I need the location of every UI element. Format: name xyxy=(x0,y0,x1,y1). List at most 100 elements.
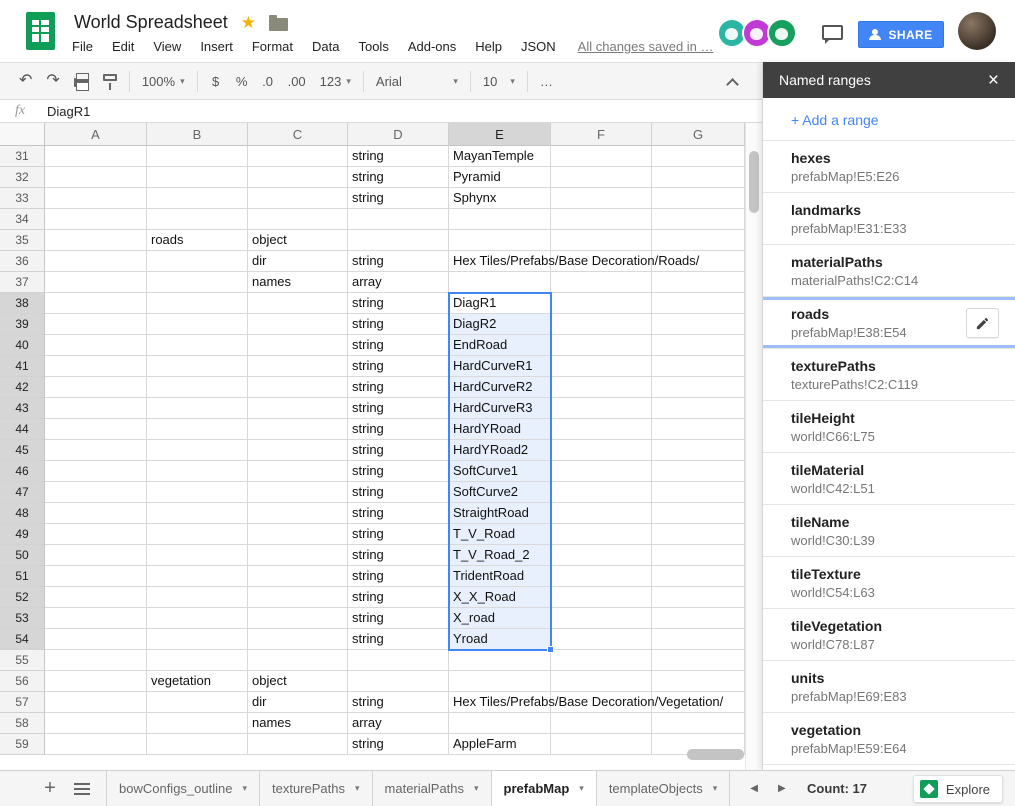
row-header-54[interactable]: 54 xyxy=(0,629,45,650)
collaborator-avatar-3[interactable] xyxy=(767,18,797,48)
cell-C42[interactable] xyxy=(248,377,348,398)
menu-file[interactable]: File xyxy=(72,39,93,54)
cell-G37[interactable] xyxy=(652,272,745,293)
row-header-57[interactable]: 57 xyxy=(0,692,45,713)
cell-C58[interactable]: names xyxy=(248,713,348,734)
row-header-35[interactable]: 35 xyxy=(0,230,45,251)
row-header-41[interactable]: 41 xyxy=(0,356,45,377)
zoom-select[interactable]: 100% ▾ xyxy=(135,68,192,94)
cell-G53[interactable] xyxy=(652,608,745,629)
cell-C46[interactable] xyxy=(248,461,348,482)
decrease-decimal-button[interactable]: .0 xyxy=(255,68,281,94)
cell-E47[interactable]: SoftCurve2 xyxy=(449,482,551,503)
cell-C45[interactable] xyxy=(248,440,348,461)
cell-A52[interactable] xyxy=(45,587,147,608)
cell-E42[interactable]: HardCurveR2 xyxy=(449,377,551,398)
cell-G44[interactable] xyxy=(652,419,745,440)
cell-D32[interactable]: string xyxy=(348,167,449,188)
cell-F40[interactable] xyxy=(551,335,652,356)
sheet-tab-texturePaths[interactable]: texturePaths▾ xyxy=(260,771,373,806)
cell-A49[interactable] xyxy=(45,524,147,545)
cell-D50[interactable]: string xyxy=(348,545,449,566)
cell-C59[interactable] xyxy=(248,734,348,755)
column-header-G[interactable]: G xyxy=(652,123,745,146)
cell-D38[interactable]: string xyxy=(348,293,449,314)
tab-dropdown-icon[interactable]: ▾ xyxy=(242,783,247,794)
format-currency-button[interactable]: $ xyxy=(203,68,229,94)
cell-A50[interactable] xyxy=(45,545,147,566)
menu-tools[interactable]: Tools xyxy=(358,39,388,54)
named-range-tileName[interactable]: tileNameworld!C30:L39 xyxy=(763,505,1015,557)
cell-A42[interactable] xyxy=(45,377,147,398)
menu-edit[interactable]: Edit xyxy=(112,39,134,54)
cell-D33[interactable]: string xyxy=(348,188,449,209)
cell-B58[interactable] xyxy=(147,713,248,734)
cell-F51[interactable] xyxy=(551,566,652,587)
cell-F44[interactable] xyxy=(551,419,652,440)
row-header-58[interactable]: 58 xyxy=(0,713,45,734)
cell-C52[interactable] xyxy=(248,587,348,608)
cell-A34[interactable] xyxy=(45,209,147,230)
cell-F31[interactable] xyxy=(551,146,652,167)
cell-D53[interactable]: string xyxy=(348,608,449,629)
cell-A38[interactable] xyxy=(45,293,147,314)
cell-C36[interactable]: dir xyxy=(248,251,348,272)
cell-F47[interactable] xyxy=(551,482,652,503)
all-sheets-icon[interactable] xyxy=(74,783,90,795)
cell-A47[interactable] xyxy=(45,482,147,503)
cell-F32[interactable] xyxy=(551,167,652,188)
cell-B39[interactable] xyxy=(147,314,248,335)
cell-G45[interactable] xyxy=(652,440,745,461)
cell-C54[interactable] xyxy=(248,629,348,650)
cell-G43[interactable] xyxy=(652,398,745,419)
cell-A32[interactable] xyxy=(45,167,147,188)
cell-D43[interactable]: string xyxy=(348,398,449,419)
cell-A58[interactable] xyxy=(45,713,147,734)
cell-G52[interactable] xyxy=(652,587,745,608)
cell-B38[interactable] xyxy=(147,293,248,314)
cell-D51[interactable]: string xyxy=(348,566,449,587)
row-header-43[interactable]: 43 xyxy=(0,398,45,419)
cell-F59[interactable] xyxy=(551,734,652,755)
cell-B59[interactable] xyxy=(147,734,248,755)
comment-icon[interactable] xyxy=(822,25,843,40)
named-range-tileVegetation[interactable]: tileVegetationworld!C78:L87 xyxy=(763,609,1015,661)
cell-D46[interactable]: string xyxy=(348,461,449,482)
menu-view[interactable]: View xyxy=(153,39,181,54)
cell-F35[interactable] xyxy=(551,230,652,251)
cell-B35[interactable]: roads xyxy=(147,230,248,251)
cell-E39[interactable]: DiagR2 xyxy=(449,314,551,335)
cell-C51[interactable] xyxy=(248,566,348,587)
cell-F52[interactable] xyxy=(551,587,652,608)
cell-C47[interactable] xyxy=(248,482,348,503)
cell-B42[interactable] xyxy=(147,377,248,398)
cell-D47[interactable]: string xyxy=(348,482,449,503)
cell-A44[interactable] xyxy=(45,419,147,440)
cell-D31[interactable]: string xyxy=(348,146,449,167)
cell-C37[interactable]: names xyxy=(248,272,348,293)
cell-E55[interactable] xyxy=(449,650,551,671)
named-range-texturePaths[interactable]: texturePathstexturePaths!C2:C119 xyxy=(763,349,1015,401)
cell-B37[interactable] xyxy=(147,272,248,293)
named-range-tileMaterial[interactable]: tileMaterialworld!C42:L51 xyxy=(763,453,1015,505)
cell-F46[interactable] xyxy=(551,461,652,482)
cell-E56[interactable] xyxy=(449,671,551,692)
cell-G47[interactable] xyxy=(652,482,745,503)
cell-B53[interactable] xyxy=(147,608,248,629)
font-family-select[interactable]: Arial ▾ xyxy=(369,68,465,94)
cell-A35[interactable] xyxy=(45,230,147,251)
column-header-B[interactable]: B xyxy=(147,123,248,146)
row-header-56[interactable]: 56 xyxy=(0,671,45,692)
cell-G39[interactable] xyxy=(652,314,745,335)
cell-F50[interactable] xyxy=(551,545,652,566)
cell-E54[interactable]: Yroad xyxy=(449,629,551,650)
column-header-F[interactable]: F xyxy=(551,123,652,146)
cell-E58[interactable] xyxy=(449,713,551,734)
cell-D58[interactable]: array xyxy=(348,713,449,734)
cell-E44[interactable]: HardYRoad xyxy=(449,419,551,440)
cell-A36[interactable] xyxy=(45,251,147,272)
row-header-45[interactable]: 45 xyxy=(0,440,45,461)
named-range-hexes[interactable]: hexesprefabMap!E5:E26 xyxy=(763,141,1015,193)
cell-B57[interactable] xyxy=(147,692,248,713)
cell-B46[interactable] xyxy=(147,461,248,482)
